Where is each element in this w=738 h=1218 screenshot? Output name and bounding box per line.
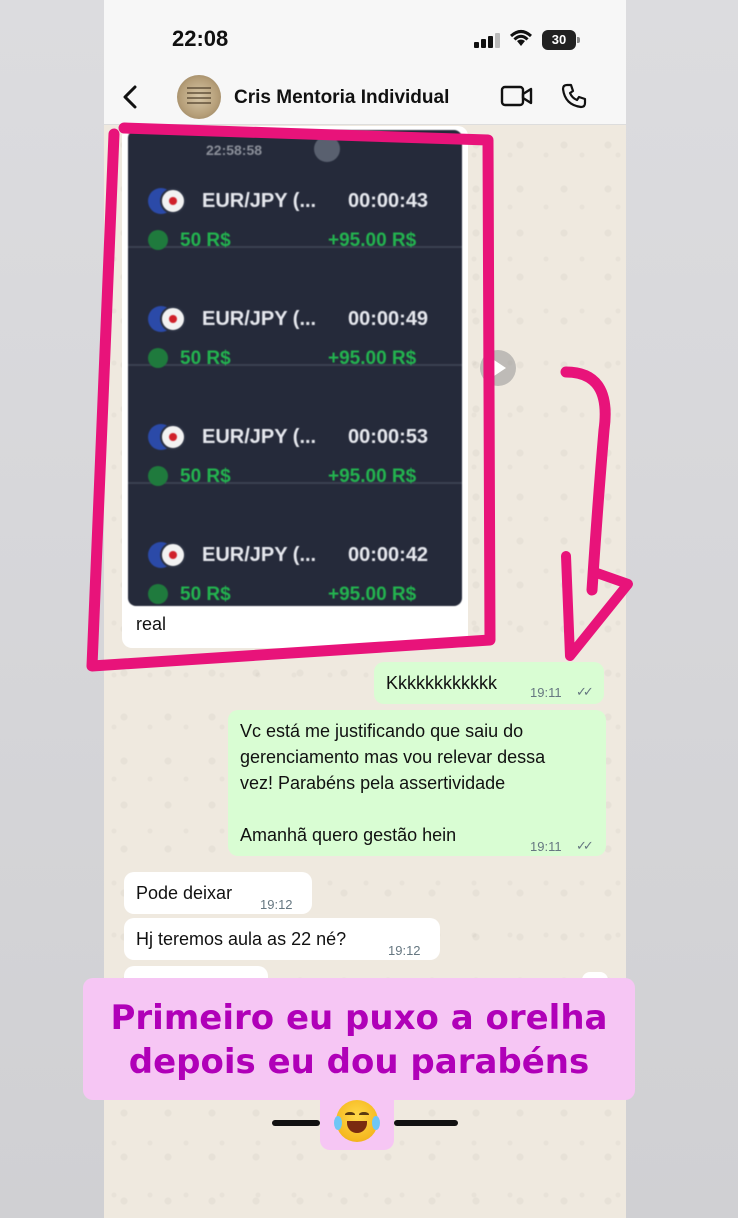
up-arrow-icon (148, 584, 168, 604)
banner-line-2: depois eu dou parabéns (128, 1042, 590, 1082)
battery-icon: 30 (542, 30, 580, 50)
message-time: 19:11 (530, 839, 562, 854)
emoji-sticker (320, 1096, 394, 1150)
forward-icon[interactable] (480, 350, 516, 386)
message-incoming[interactable]: Pode deixar 19:12 (124, 872, 312, 914)
message-line: vez! Parabéns pela assertividade (240, 773, 506, 793)
message-time: 19:12 (388, 943, 421, 958)
caption-banner: Primeiro eu puxo a orelha depois eu dou … (83, 978, 635, 1100)
wifi-icon (509, 30, 533, 46)
trade-screenshot[interactable]: 22:58:58 EUR/JPY (... 00:00:43 50 R$ +95… (128, 130, 462, 606)
trade-row: EUR/JPY (... 00:00:42 50 R$ +95.00 R$ (128, 484, 462, 605)
trade-profit: +95.00 R$ (328, 584, 417, 605)
up-arrow-icon (148, 230, 168, 250)
trade-duration: 00:00:53 (348, 426, 429, 448)
trade-duration: 00:00:49 (348, 308, 429, 330)
signal-icon (474, 32, 502, 48)
tears-of-joy-emoji (334, 1100, 380, 1142)
video-call-icon[interactable] (500, 84, 534, 108)
contact-name[interactable]: Cris Mentoria Individual (234, 87, 449, 109)
message-time: 19:12 (260, 897, 293, 912)
double-check-icon: ✓✓ (576, 838, 594, 853)
trade-row: EUR/JPY (... 00:00:43 50 R$ +95.00 R$ (128, 130, 462, 251)
message-time: 19:11 (530, 685, 562, 700)
message-text: Kkkkkkkkkkkk (386, 673, 498, 693)
currency-pair-icon (148, 424, 188, 452)
up-arrow-icon (148, 348, 168, 368)
message-line: gerenciamento mas vou relevar dessa (240, 747, 546, 767)
back-chevron-icon[interactable] (116, 82, 146, 112)
home-indicator-right (394, 1120, 458, 1126)
trade-row: EUR/JPY (... 00:00:49 50 R$ +95.00 R$ (128, 248, 462, 369)
image-message-bubble[interactable]: 22:58:58 EUR/JPY (... 00:00:43 50 R$ +95… (122, 126, 468, 648)
trade-duration: 00:00:42 (348, 544, 429, 566)
message-incoming[interactable]: Hj teremos aula as 22 né? 19:12 (124, 918, 440, 960)
trade-pair: EUR/JPY (... (202, 544, 317, 566)
home-indicator-left (272, 1120, 320, 1126)
trade-pair: EUR/JPY (... (202, 308, 317, 330)
message-outgoing[interactable]: Vc está me justificando que saiu do gere… (228, 710, 606, 856)
banner-line-1: Primeiro eu puxo a orelha (110, 998, 608, 1038)
trade-duration: 00:00:43 (348, 190, 429, 212)
status-bar: 22:08 30 (104, 0, 626, 70)
banner-text: Primeiro eu puxo a orelha depois eu dou … (83, 996, 635, 1084)
phone-call-icon[interactable] (560, 82, 588, 110)
message-text: Pode deixar (136, 883, 233, 903)
message-line: Vc está me justificando que saiu do (240, 721, 524, 741)
currency-pair-icon (148, 188, 188, 216)
message-outgoing[interactable]: Kkkkkkkkkkkk 19:11 ✓✓ (374, 662, 604, 704)
contact-avatar[interactable] (177, 75, 221, 119)
up-arrow-icon (148, 466, 168, 486)
trade-pair: EUR/JPY (... (202, 190, 317, 212)
double-check-icon: ✓✓ (576, 684, 594, 699)
status-time: 22:08 (172, 26, 229, 51)
trade-pair: EUR/JPY (... (202, 426, 317, 448)
currency-pair-icon (148, 542, 188, 570)
trade-row: EUR/JPY (... 00:00:53 50 R$ +95.00 R$ (128, 366, 462, 487)
message-text: Hj teremos aula as 22 né? (136, 929, 347, 949)
image-caption: real (136, 614, 167, 634)
currency-pair-icon (148, 306, 188, 334)
trade-amount: 50 R$ (180, 584, 231, 605)
chat-header: Cris Mentoria Individual (104, 70, 626, 125)
